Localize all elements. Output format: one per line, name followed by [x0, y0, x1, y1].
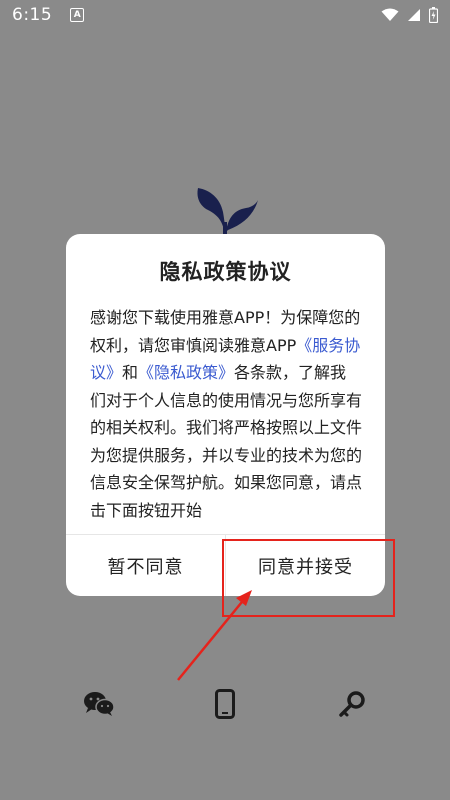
dialog-title: 隐私政策协议	[159, 260, 292, 284]
battery-icon	[429, 7, 438, 23]
signal-icon	[408, 9, 420, 21]
dialog-body: 感谢您下载使用雅意APP！为保障您的权利，请您审慎阅读雅意APP《服务协议》和《…	[90, 304, 362, 526]
decline-button[interactable]: 暂不同意	[66, 535, 225, 596]
privacy-policy-link[interactable]: 《隐私政策》	[138, 363, 234, 382]
status-bar: 6:15 A	[0, 0, 450, 30]
wifi-icon	[381, 8, 399, 21]
status-time: 6:15	[12, 5, 53, 25]
body-and-text: 和	[122, 363, 139, 382]
body-rest-text: 各条款，了解我们对于个人信息的使用情况与您所享有的相关权利。我们将严格按照以上文…	[90, 363, 362, 520]
annotation-highlight-box	[222, 539, 395, 617]
notification-icon: A	[70, 8, 85, 22]
